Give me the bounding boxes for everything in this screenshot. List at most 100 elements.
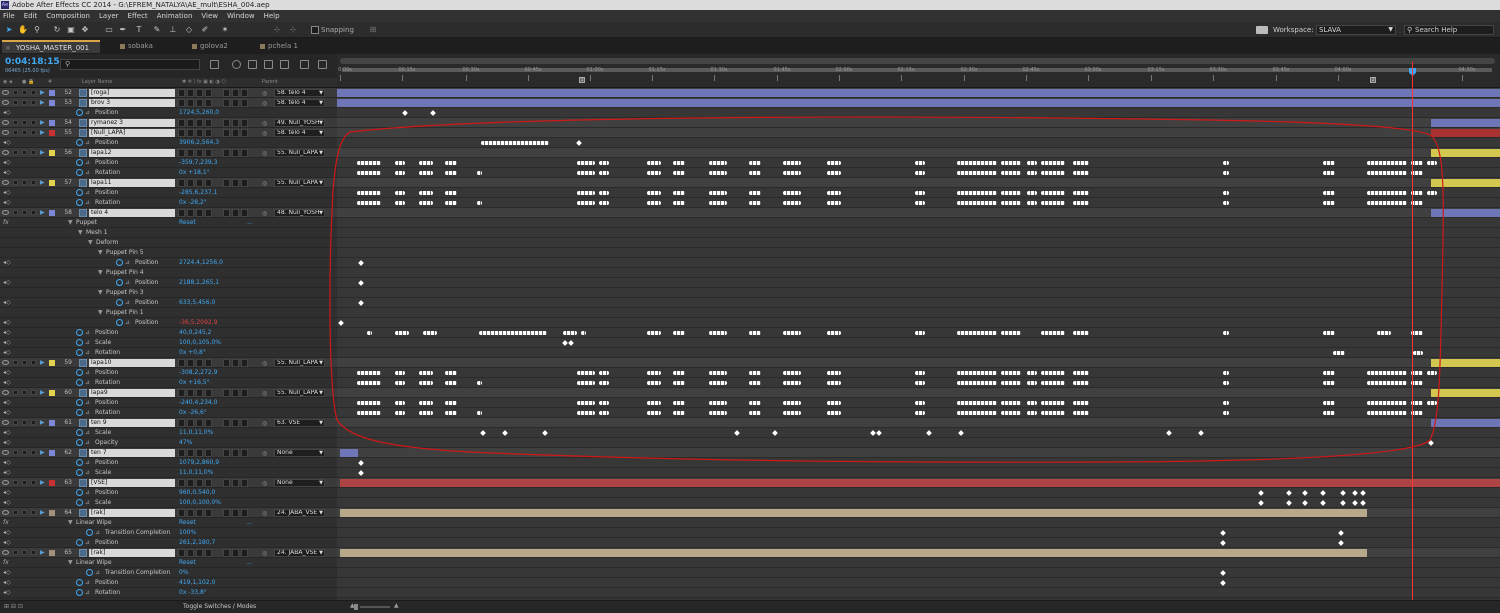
menu-view[interactable]: View <box>201 12 218 20</box>
comp-marker-1[interactable]: 1 <box>579 77 585 83</box>
motion-blur-switch[interactable] <box>223 359 230 367</box>
keyframe-navigator-icon[interactable]: ◂◇ <box>3 298 11 307</box>
effect-switch[interactable] <box>205 129 212 137</box>
graph-icon[interactable]: ⊿ <box>85 169 92 176</box>
keyframe-cluster[interactable] <box>1001 371 1021 375</box>
visibility-eye-icon[interactable] <box>2 450 9 455</box>
property-value[interactable]: -36,5,2092,9 <box>179 318 217 327</box>
keyframe-cluster[interactable] <box>445 381 457 385</box>
keyframe-cluster[interactable] <box>577 381 595 385</box>
time-ruler[interactable]: 0:00s 00:15s 00:30s 00:45s 01:00s 01:15s 01:30… <box>337 54 1500 88</box>
hand-tool-icon[interactable]: ✋ <box>18 25 28 35</box>
property-row[interactable]: ◂◇ ⊿ Scale 100,0,100,0% <box>0 498 337 508</box>
label-color-swatch[interactable] <box>49 90 55 96</box>
property-value[interactable]: 0x -28,2° <box>179 198 207 207</box>
pen-tool-icon[interactable]: ✒ <box>118 25 128 35</box>
property-row[interactable]: ◂◇ ⊿ Scale 100,0,105,0% <box>0 338 337 348</box>
graph-icon[interactable]: ⊿ <box>85 189 92 196</box>
keyframe-cluster[interactable] <box>1073 371 1089 375</box>
keyframe-cluster[interactable] <box>709 201 727 205</box>
keyframe-cluster[interactable] <box>423 331 437 335</box>
graph-icon[interactable]: ⊿ <box>85 399 92 406</box>
keyframe-cluster[interactable] <box>827 411 841 415</box>
keyframe-cluster[interactable] <box>915 201 925 205</box>
pick-whip-icon[interactable]: ◎ <box>262 129 271 137</box>
quality-switch[interactable] <box>196 359 203 367</box>
eraser-tool-icon[interactable]: ◇ <box>184 25 194 35</box>
keyframe-cluster[interactable] <box>827 161 841 165</box>
keyframe[interactable] <box>502 430 508 436</box>
stopwatch-icon[interactable] <box>76 429 83 436</box>
property-row[interactable]: ◂◇ ⊿ Transition Completion 0% <box>0 568 337 578</box>
collapse-switch[interactable] <box>187 209 194 217</box>
solo-switch[interactable] <box>22 390 27 395</box>
audio-switch[interactable] <box>13 180 18 185</box>
visibility-eye-icon[interactable] <box>2 120 9 125</box>
keyframe-cluster[interactable] <box>915 411 925 415</box>
keyframe[interactable] <box>1258 500 1264 506</box>
layer-search-input[interactable]: ⚲ <box>60 59 200 70</box>
layer-name[interactable]: [Null_LAPA] <box>89 129 175 137</box>
keyframe-cluster[interactable] <box>827 401 841 405</box>
zoom-in-icon[interactable]: ▲ <box>394 602 399 609</box>
keyframe-navigator-icon[interactable]: ◂◇ <box>3 368 11 377</box>
audio-switch[interactable] <box>13 420 18 425</box>
keyframe-cluster[interactable] <box>709 381 727 385</box>
keyframe-cluster[interactable] <box>1367 381 1407 385</box>
property-track[interactable] <box>337 398 1500 408</box>
layer-switches[interactable] <box>178 119 250 127</box>
quality-switch[interactable] <box>196 129 203 137</box>
keyframe-cluster[interactable] <box>1323 161 1335 165</box>
adjustment-switch[interactable] <box>232 389 239 397</box>
keyframe-navigator-icon[interactable]: ◂◇ <box>3 538 11 547</box>
menu-animation[interactable]: Animation <box>157 12 193 20</box>
keyframe-cluster[interactable] <box>749 191 761 195</box>
zoom-tool-icon[interactable]: ⚲ <box>32 25 42 35</box>
keyframe-cluster[interactable] <box>1001 201 1021 205</box>
property-value[interactable]: -359,7,239,3 <box>179 158 217 167</box>
keyframe-cluster[interactable] <box>477 381 482 385</box>
motion-blur-switch[interactable] <box>223 129 230 137</box>
menu-file[interactable]: File <box>3 12 15 20</box>
stopwatch-icon[interactable] <box>76 539 83 546</box>
property-track[interactable] <box>337 518 1500 528</box>
label-color-swatch[interactable] <box>49 100 55 106</box>
keyframe-cluster[interactable] <box>1323 411 1335 415</box>
property-track[interactable] <box>337 328 1500 338</box>
shy-switch[interactable] <box>178 359 185 367</box>
property-value[interactable]: -308,2,272,9 <box>179 368 217 377</box>
keyframe-cluster[interactable] <box>1073 331 1089 335</box>
keyframe[interactable] <box>1220 580 1226 586</box>
property-value[interactable]: 261,2,180,7 <box>179 538 215 547</box>
property-row[interactable]: ◂◇ ⊿ Position 261,2,180,7 <box>0 538 337 548</box>
current-time-indicator-line[interactable] <box>1412 62 1413 600</box>
property-track[interactable] <box>337 458 1500 468</box>
keyframe-cluster[interactable] <box>419 171 433 175</box>
pick-whip-icon[interactable]: ◎ <box>262 509 271 517</box>
shy-layers-icon[interactable] <box>248 60 257 69</box>
property-track[interactable] <box>337 188 1500 198</box>
keyframe-cluster[interactable] <box>1027 161 1037 165</box>
pick-whip-icon[interactable]: ◎ <box>262 479 271 487</box>
3d-switch[interactable] <box>241 89 248 97</box>
keyframe-cluster[interactable] <box>1223 171 1229 175</box>
label-color-swatch[interactable] <box>49 420 55 426</box>
label-color-swatch[interactable] <box>49 180 55 186</box>
shy-switch[interactable] <box>178 449 185 457</box>
layer-track[interactable] <box>337 448 1500 458</box>
pick-whip-icon[interactable]: ◎ <box>262 419 271 427</box>
solo-switch[interactable] <box>22 100 27 105</box>
expand-triangle-icon[interactable]: ▼ <box>68 518 73 527</box>
keyframe-cluster[interactable] <box>1427 371 1437 375</box>
parent-dropdown[interactable]: 24. JABA_VSE ▼ <box>274 549 325 557</box>
property-value[interactable]: 0x +0,8° <box>179 348 206 357</box>
keyframe-cluster[interactable] <box>357 191 381 195</box>
tab-golova2[interactable]: golova2 <box>186 40 256 53</box>
keyframe-cluster[interactable] <box>1413 351 1423 355</box>
menu-help[interactable]: Help <box>264 12 280 20</box>
keyframe-cluster[interactable] <box>1027 201 1037 205</box>
keyframe-cluster[interactable] <box>1427 191 1437 195</box>
keyframe[interactable] <box>958 430 964 436</box>
layer-switches[interactable] <box>178 549 250 557</box>
keyframe-cluster[interactable] <box>709 411 727 415</box>
